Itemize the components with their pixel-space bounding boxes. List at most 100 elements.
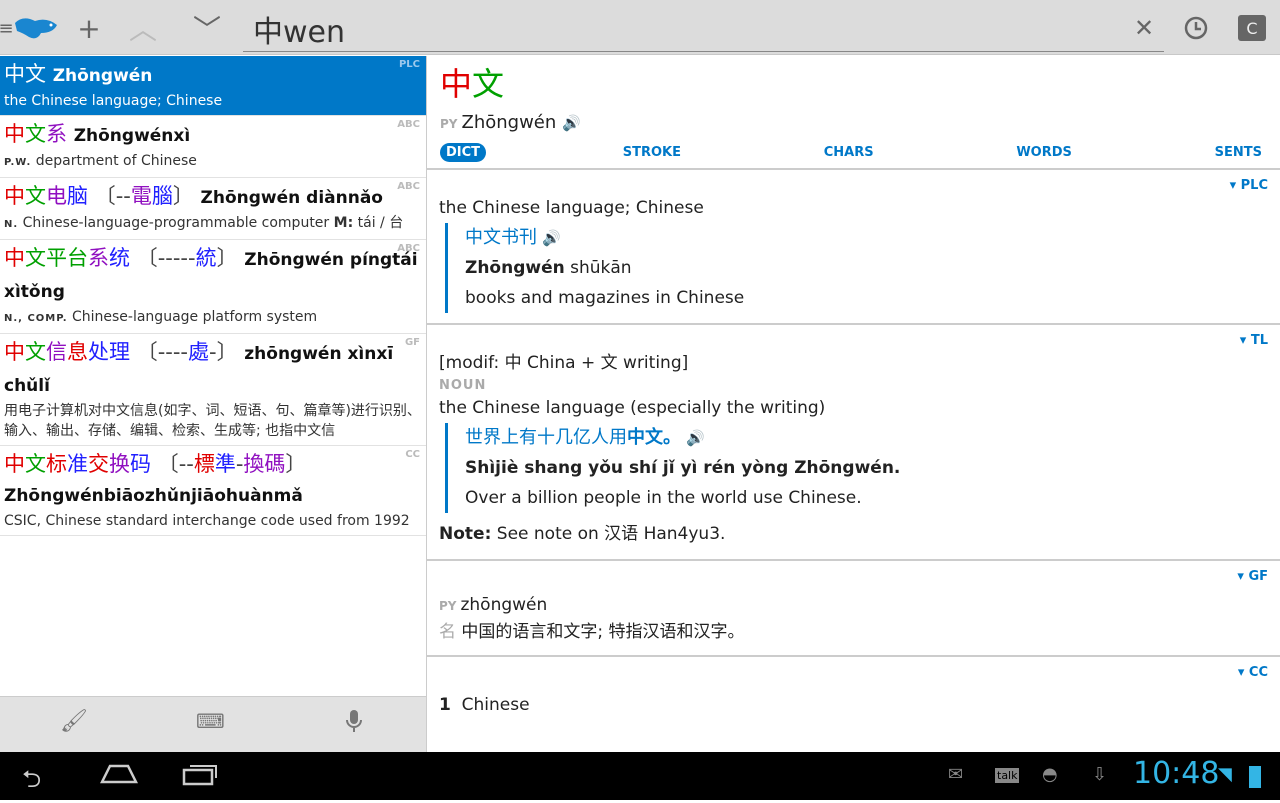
definition: the Chinese language (especially the wri… bbox=[439, 398, 826, 418]
example-chinese-bold[interactable]: 中文。 bbox=[627, 427, 681, 448]
example-chinese[interactable]: 中文书刊 bbox=[465, 227, 537, 248]
bracket-close: 〕 bbox=[172, 184, 194, 208]
hanzi-char: 文 bbox=[25, 340, 46, 364]
tab-dict[interactable]: DICT bbox=[440, 143, 487, 162]
talk-label: talk bbox=[997, 769, 1018, 782]
example-pinyin-bold: Zhōngwén bbox=[465, 258, 565, 278]
search-field[interactable] bbox=[243, 8, 1164, 52]
hanzi-char: 文 bbox=[25, 246, 46, 270]
hanzi-char: 理 bbox=[109, 340, 130, 364]
home-icon[interactable] bbox=[99, 762, 139, 790]
clipboard-label: C bbox=[1246, 18, 1258, 38]
part-of-speech: N., COMP. bbox=[4, 313, 68, 324]
section-toggle[interactable]: ▾ CC bbox=[439, 665, 1268, 680]
hanzi-char: 系 bbox=[46, 122, 67, 146]
hanzi-char: 中 bbox=[4, 184, 25, 208]
example-pinyin: shūkān bbox=[564, 258, 632, 278]
gmail-icon[interactable]: ✉ bbox=[948, 764, 963, 785]
bracket-close: 〕 bbox=[216, 340, 238, 364]
input-toolbar: 🖌 ⌨ bbox=[0, 696, 427, 752]
tab-chars[interactable]: CHARS bbox=[818, 143, 880, 162]
result-headword: 中文标准交换码 〔--標準-換碼〕 Zhōngwénbiāozhǔnjiāohu… bbox=[4, 449, 422, 511]
py-label: PY bbox=[439, 599, 457, 613]
hanzi-char: 換 bbox=[243, 452, 265, 476]
source-badge: CC bbox=[405, 449, 420, 460]
result-item[interactable]: GF 中文信息处理 〔----處-〕 zhōngwén xìnxī chǔlǐ 用电… bbox=[0, 334, 426, 446]
bracket-open: 〔 bbox=[151, 452, 179, 476]
result-headword: 中文平台系统 〔-----統〕 Zhōngwén píngtái xìtǒng bbox=[4, 243, 422, 307]
section-toggle[interactable]: ▾ PLC bbox=[439, 178, 1268, 193]
result-definition: N. Chinese-language-programmable compute… bbox=[4, 213, 422, 235]
definition: the Chinese language; Chinese bbox=[439, 198, 704, 218]
bracket-open: 〔 bbox=[130, 246, 158, 270]
history-icon[interactable] bbox=[1180, 10, 1212, 46]
download-icon[interactable]: ⇩ bbox=[1092, 764, 1107, 785]
result-item[interactable]: ABC 中文系 Zhōngwénxì P.W. department of Chin… bbox=[0, 116, 426, 178]
result-item[interactable]: ABC 中文电脑 〔--電腦〕 Zhōngwén diànnǎo N. Chines… bbox=[0, 178, 426, 240]
section-toggle[interactable]: ▾ TL bbox=[439, 333, 1268, 348]
bracket-open: 〔 bbox=[88, 184, 116, 208]
action-bar: ≡ + ︿ ﹀ ✕ C bbox=[0, 0, 1280, 55]
result-definition: the Chinese language; Chinese bbox=[4, 91, 422, 111]
detail-header: 中文 PY Zhōngwén 🔊 DICT STROKE CHARS WORDS … bbox=[427, 56, 1280, 170]
speaker-icon[interactable]: 🔊 bbox=[542, 229, 561, 247]
dolphin-logo[interactable] bbox=[12, 10, 62, 46]
hanzi-char: 中 bbox=[4, 452, 25, 476]
speaker-icon[interactable]: 🔊 bbox=[686, 429, 705, 447]
note-label: Note: bbox=[439, 524, 492, 544]
hanzi-char: 准 bbox=[67, 452, 88, 476]
tab-words[interactable]: WORDS bbox=[1010, 143, 1078, 162]
brush-icon[interactable]: 🖌 bbox=[60, 709, 88, 734]
clear-icon[interactable]: ✕ bbox=[1130, 10, 1158, 46]
hanzi-char: 中 bbox=[440, 65, 473, 103]
tab-sents[interactable]: SENTS bbox=[1209, 143, 1268, 162]
result-pinyin: Zhōngwén bbox=[52, 66, 153, 86]
hanzi-char: 碼 bbox=[264, 452, 286, 476]
menu-icon[interactable]: ≡ bbox=[0, 10, 14, 46]
result-definition: 用电子计算机对中文信息(如字、词、短语、句、篇章等)进行识别、输入、输出、存储、… bbox=[4, 401, 422, 441]
section-tl: ▾ TL [modif: 中 China + 文 writing] NOUN t… bbox=[427, 325, 1280, 561]
measure-word: tái / 台 bbox=[357, 215, 404, 231]
speaker-icon[interactable]: 🔊 bbox=[562, 114, 581, 132]
part-of-speech: NOUN bbox=[439, 378, 487, 393]
result-item[interactable]: ABC 中文平台系统 〔-----統〕 Zhōngwén píngtái xìtǒ… bbox=[0, 240, 426, 334]
section-toggle[interactable]: ▾ GF bbox=[439, 569, 1268, 584]
measure-word-label: M: bbox=[333, 215, 354, 231]
hanzi-char: 处 bbox=[88, 340, 109, 364]
example-english: Over a billion people in the world use C… bbox=[465, 488, 862, 508]
clipboard-icon[interactable]: C bbox=[1238, 15, 1266, 41]
result-item[interactable]: PLC 中文 Zhōngwén the Chinese language; Chin… bbox=[0, 56, 426, 116]
hanzi-char: 电 bbox=[46, 184, 67, 208]
entry-detail: 中文 PY Zhōngwén 🔊 DICT STROKE CHARS WORDS … bbox=[427, 56, 1280, 752]
source-badge: GF bbox=[404, 337, 420, 348]
hanzi-char: 中 bbox=[4, 340, 25, 364]
result-item[interactable]: CC 中文标准交换码 〔--標準-換碼〕 Zhōngwénbiāozhǔnjiāo… bbox=[0, 446, 426, 536]
chevron-up-icon[interactable]: ︿ bbox=[126, 10, 160, 46]
hanzi-char: 脑 bbox=[67, 184, 88, 208]
tab-stroke[interactable]: STROKE bbox=[617, 143, 687, 162]
recent-apps-icon[interactable] bbox=[182, 762, 218, 792]
result-pinyin: Zhōngwénxì bbox=[73, 126, 191, 146]
hanzi-char: 系 bbox=[88, 246, 109, 270]
hanzi-char: 标 bbox=[46, 452, 67, 476]
example-chinese[interactable]: 世界上有十几亿人用 bbox=[465, 427, 627, 448]
part-of-speech: N. bbox=[4, 219, 19, 230]
definition-text: 用电子计算机对中文信息(如字、词、短语、句、篇章等)进行识别、输入、输出、存储、… bbox=[4, 403, 421, 439]
source-badge: ABC bbox=[397, 119, 420, 130]
hanzi-char: 息 bbox=[67, 340, 88, 364]
chevron-down-icon[interactable]: ﹀ bbox=[190, 10, 224, 46]
result-definition: P.W. department of Chinese bbox=[4, 151, 422, 173]
hanzi-char: 文 bbox=[25, 184, 46, 208]
result-pinyin: Zhōngwénbiāozhǔnjiāohuànmǎ bbox=[4, 486, 303, 506]
search-input[interactable] bbox=[243, 8, 1103, 50]
plus-icon[interactable]: + bbox=[72, 10, 106, 46]
microphone-icon[interactable] bbox=[345, 709, 363, 741]
back-icon[interactable]: ⮌ bbox=[22, 762, 41, 803]
hanzi-char: ---- bbox=[157, 340, 188, 364]
android-icon[interactable]: ◓ bbox=[1042, 764, 1058, 785]
talk-icon[interactable]: talk bbox=[995, 768, 1020, 783]
system-nav-bar: ⮌ ✉ talk ◓ ⇩ 10:48 ◥ bbox=[0, 752, 1280, 800]
section-cc: ▾ CC 1 Chinese bbox=[427, 657, 1280, 730]
hanzi-char: 電 bbox=[130, 184, 152, 208]
keyboard-icon[interactable]: ⌨ bbox=[196, 709, 225, 733]
